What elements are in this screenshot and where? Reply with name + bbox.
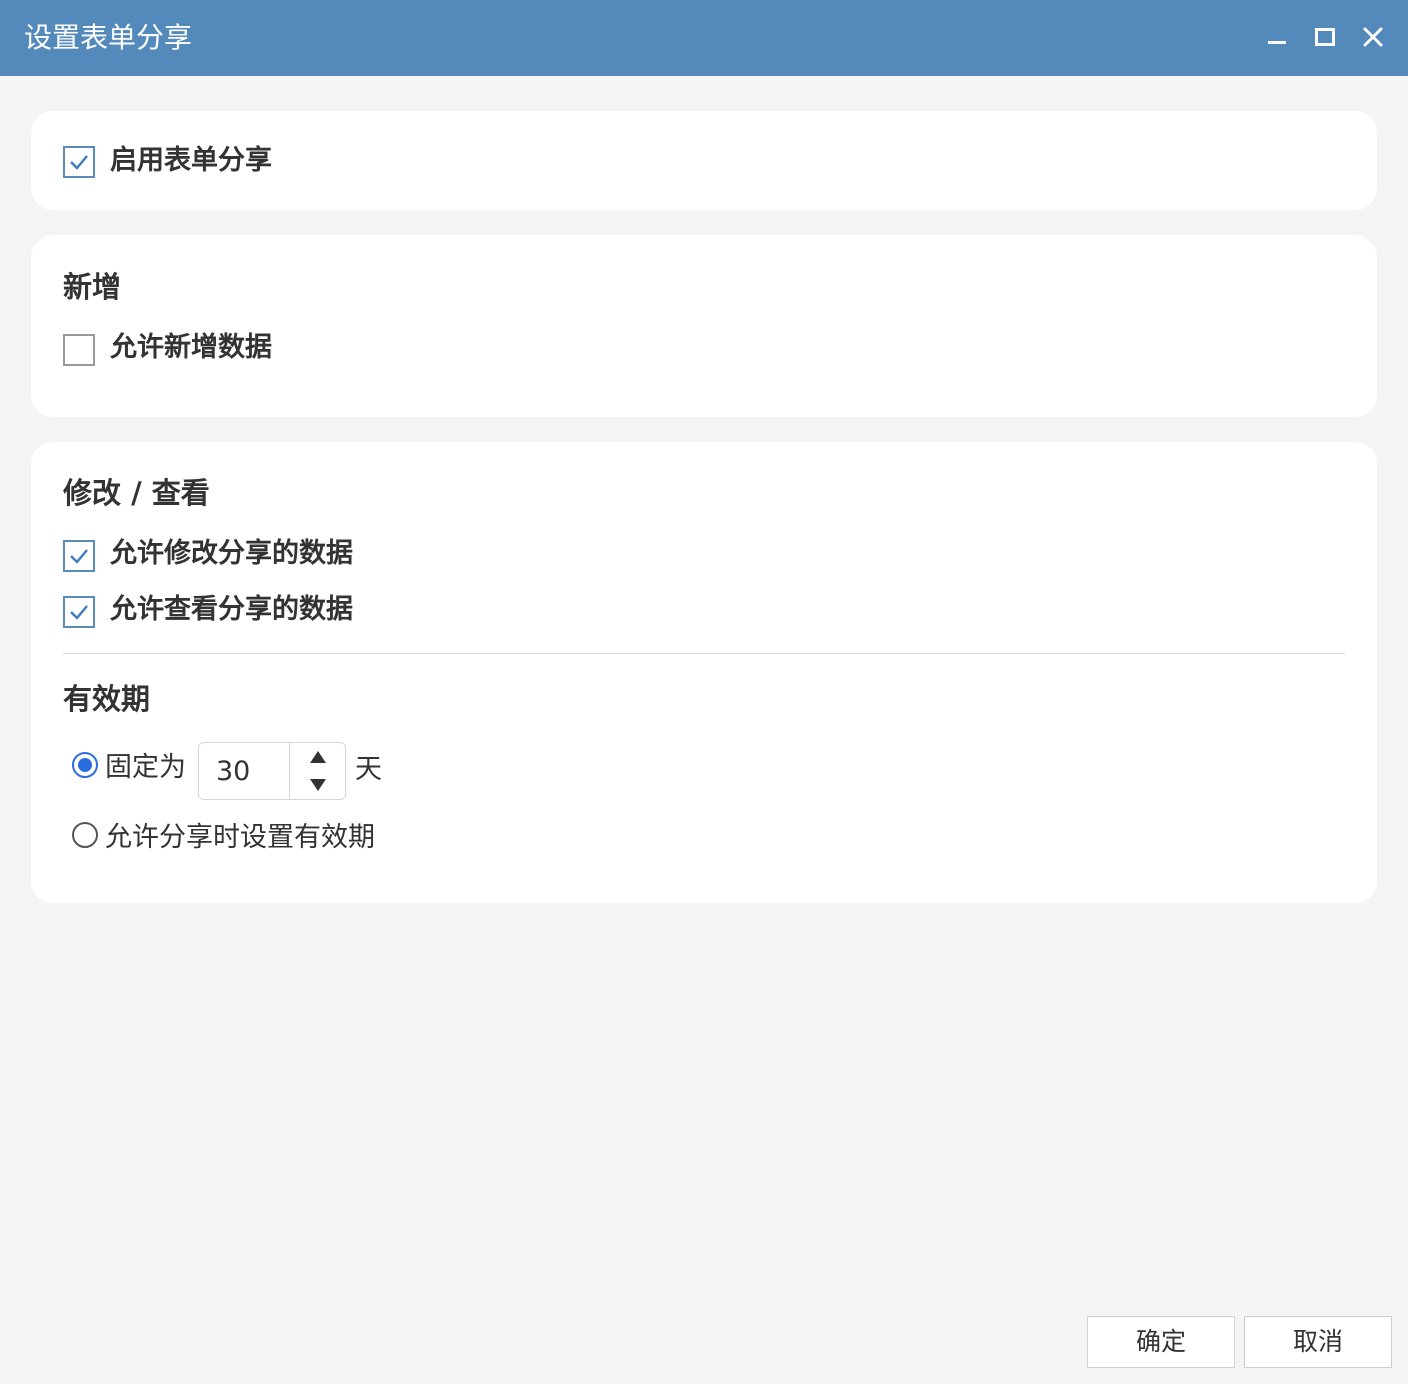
days-stepper: [198, 742, 346, 800]
enable-share-card: 启用表单分享: [31, 111, 1377, 210]
section-divider: [63, 653, 1345, 654]
maximize-button[interactable]: [1308, 20, 1342, 54]
close-button[interactable]: [1356, 20, 1390, 54]
increment-button[interactable]: [290, 743, 345, 771]
validity-section-title: 有效期: [63, 682, 151, 716]
triangle-down-icon: [309, 779, 326, 791]
custom-validity-label: 允许分享时设置有效期: [105, 822, 375, 853]
checkmark-icon: [70, 155, 88, 170]
days-stepper-buttons: [289, 743, 345, 799]
days-input[interactable]: [199, 743, 289, 799]
checkmark-icon: [70, 605, 88, 620]
close-icon: [1363, 27, 1383, 47]
maximize-icon: [1315, 28, 1335, 46]
enable-share-label: 启用表单分享: [110, 145, 272, 176]
window-title: 设置表单分享: [24, 21, 193, 54]
checkmark-icon: [70, 549, 88, 564]
edit-section-title: 修改 / 查看: [63, 476, 210, 510]
minimize-button[interactable]: [1260, 20, 1294, 54]
fixed-validity-radio[interactable]: [72, 752, 98, 778]
ok-button[interactable]: 确定: [1087, 1316, 1235, 1368]
allow-add-label: 允许新增数据: [110, 332, 272, 363]
decrement-button[interactable]: [290, 771, 345, 799]
triangle-up-icon: [309, 751, 326, 763]
allow-edit-checkbox[interactable]: [63, 540, 95, 572]
allow-edit-label: 允许修改分享的数据: [110, 538, 353, 569]
minimize-icon: [1268, 41, 1286, 44]
allow-view-label: 允许查看分享的数据: [110, 594, 353, 625]
title-bar: 设置表单分享: [0, 0, 1408, 76]
edit-view-card: 修改 / 查看 允许修改分享的数据 允许查看分享的数据 有效期 固定为 30 天…: [31, 442, 1377, 903]
fixed-validity-label: 固定为: [105, 752, 186, 783]
allow-add-checkbox[interactable]: [63, 334, 95, 366]
enable-share-checkbox[interactable]: [63, 146, 95, 178]
custom-validity-radio[interactable]: [72, 822, 98, 848]
add-section-title: 新增: [63, 270, 122, 304]
share-settings-dialog: 设置表单分享 启用表单分享 新增 允许新增数据 修改 / 查看 允许修改分享的数…: [0, 0, 1408, 1384]
allow-view-checkbox[interactable]: [63, 596, 95, 628]
add-section-card: 新增 允许新增数据: [31, 235, 1377, 417]
days-unit-label: 天: [355, 754, 382, 785]
cancel-button[interactable]: 取消: [1244, 1316, 1392, 1368]
